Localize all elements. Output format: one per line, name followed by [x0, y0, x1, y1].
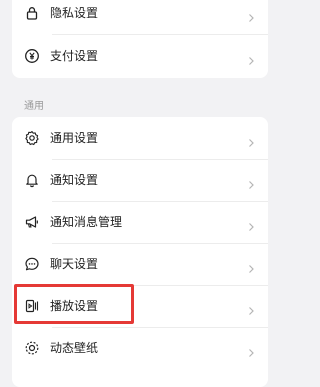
playback-settings-row[interactable]: 播放设置	[12, 285, 268, 327]
chevron-right-icon	[246, 343, 256, 357]
lock-icon	[24, 5, 40, 21]
chat-bubble-icon	[24, 256, 40, 272]
megaphone-icon	[24, 214, 40, 230]
privacy-settings-label: 隐私设置	[50, 6, 99, 20]
chevron-right-icon	[246, 51, 256, 65]
notification-settings-label: 通知设置	[50, 173, 99, 187]
chevron-right-icon	[246, 217, 256, 231]
bell-icon	[24, 172, 40, 188]
playback-settings-label: 播放设置	[50, 299, 99, 313]
general-settings-card: 通用设置 通知设置 通知消息管理 聊天设置 播放设置 动态壁纸	[12, 117, 268, 387]
payment-settings-row[interactable]: 支付设置	[12, 34, 268, 78]
live-wallpaper-label: 动态壁纸	[50, 341, 99, 355]
notification-settings-row[interactable]: 通知设置	[12, 159, 268, 201]
live-wallpaper-row[interactable]: 动态壁纸	[12, 327, 268, 369]
notification-message-management-label: 通知消息管理	[50, 215, 123, 229]
chevron-right-icon	[246, 8, 256, 22]
payment-settings-label: 支付设置	[50, 49, 99, 63]
general-settings-row[interactable]: 通用设置	[12, 117, 268, 159]
chevron-right-icon	[246, 175, 256, 189]
section-title-general: 通用	[24, 101, 44, 112]
chevron-right-icon	[246, 133, 256, 147]
chat-settings-row[interactable]: 聊天设置	[12, 243, 268, 285]
account-settings-card: 隐私设置 支付设置	[12, 0, 268, 78]
play-settings-icon	[24, 298, 40, 314]
chevron-right-icon	[246, 259, 256, 273]
privacy-settings-row[interactable]: 隐私设置	[12, 0, 268, 34]
notification-message-management-row[interactable]: 通知消息管理	[12, 201, 268, 243]
chevron-right-icon	[246, 301, 256, 315]
general-settings-label: 通用设置	[50, 131, 99, 145]
live-wallpaper-icon	[24, 340, 40, 356]
gear-icon	[24, 130, 40, 146]
chat-settings-label: 聊天设置	[50, 257, 99, 271]
yen-icon	[24, 48, 40, 64]
